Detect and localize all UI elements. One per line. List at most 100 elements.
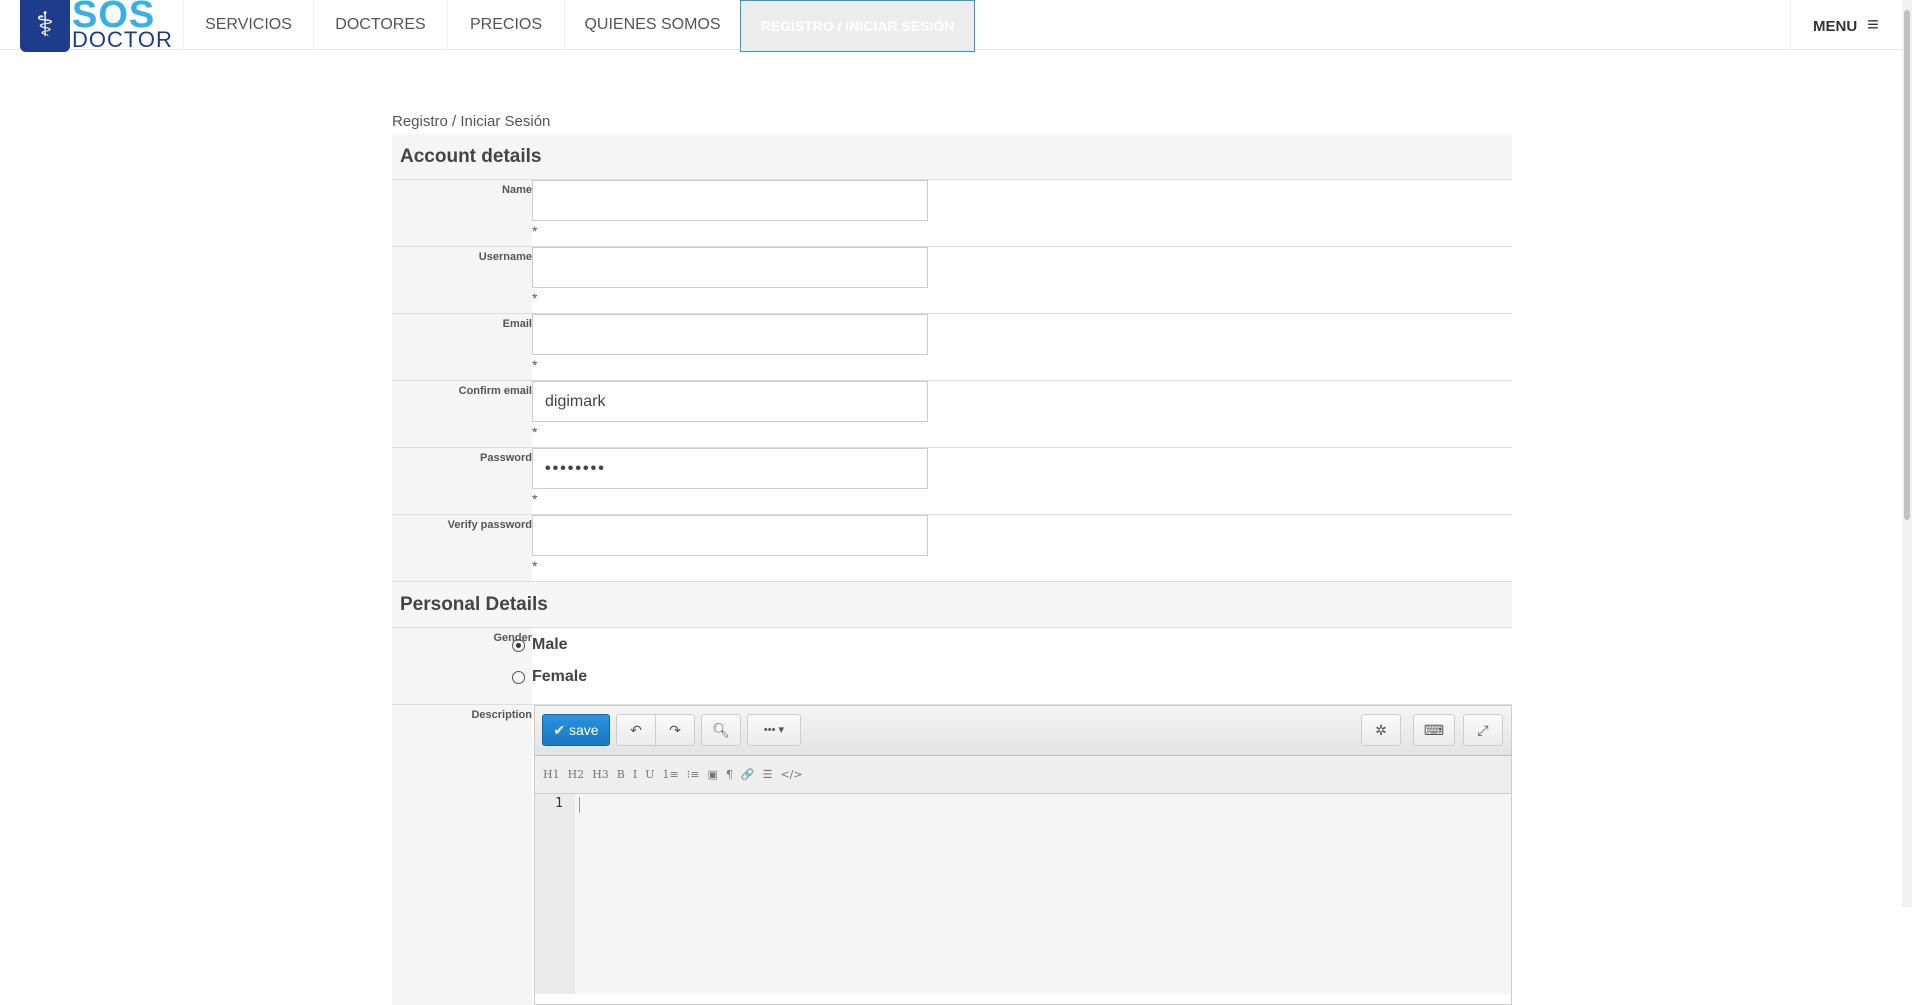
required-marker: *: [532, 491, 538, 507]
format-button[interactable]: </>: [780, 768, 802, 781]
settings-button[interactable]: ✲: [1361, 714, 1401, 746]
format-button[interactable]: 1≡: [663, 768, 679, 781]
field-row-password: Password *: [392, 448, 1512, 515]
search-button[interactable]: 🔍︎: [701, 714, 741, 746]
redo-icon: ↷: [669, 722, 681, 738]
field-row-username: Username *: [392, 247, 1512, 314]
email-label-text: Email: [502, 318, 532, 330]
username-label: Username: [392, 247, 532, 313]
field-row-name: Name *: [392, 180, 1512, 247]
confirm-email-input[interactable]: [532, 381, 928, 422]
gender-label: Gender: [392, 628, 532, 704]
required-marker: *: [532, 558, 538, 574]
top-nav: ⚕ SOS DOCTOR SERVICIOS DOCTORES PRECIOS …: [0, 0, 1902, 52]
format-button[interactable]: H2: [568, 768, 585, 781]
username-field-wrap: *: [532, 247, 1512, 313]
email-input[interactable]: [532, 314, 928, 355]
verify-password-label-text: Verify password: [447, 519, 532, 531]
line-numbers: 1: [535, 794, 575, 994]
format-button[interactable]: I: [633, 768, 637, 781]
radio-label: Male: [532, 636, 568, 653]
format-button[interactable]: U: [645, 768, 654, 781]
required-marker: *: [532, 223, 538, 239]
username-label-text: Username: [478, 251, 532, 263]
required-marker: *: [532, 357, 538, 373]
name-field-wrap: *: [532, 180, 1512, 246]
field-row-confirm-email: Confirm email *: [392, 381, 1512, 448]
field-row-email: Email *: [392, 314, 1512, 381]
scrollbar[interactable]: [1902, 0, 1912, 907]
gender-row: Gender Male Female: [392, 628, 1512, 705]
description-label: Description: [392, 705, 532, 1005]
nav-quienes-somos[interactable]: QUIENES SOMOS: [564, 0, 740, 50]
menu-button[interactable]: MENU ≡: [1790, 0, 1902, 50]
format-button[interactable]: H1: [543, 768, 560, 781]
verify-password-label: Verify password: [392, 515, 532, 581]
format-toolbar: H1 H2 H3 B I U 1≡ ⁝≡ ▣ ¶ 🔗 ☰ </>: [535, 756, 1511, 794]
radio-female[interactable]: Female: [512, 662, 1512, 692]
name-label-text: Name: [502, 184, 532, 196]
username-input[interactable]: [532, 247, 928, 288]
undo-icon: ↶: [630, 722, 642, 738]
verify-password-input[interactable]: [532, 515, 928, 556]
format-button[interactable]: H3: [592, 768, 609, 781]
required-marker: *: [532, 424, 538, 440]
password-label-text: Password: [480, 452, 532, 464]
confirm-email-field-wrap: *: [532, 381, 1512, 447]
nav-registro[interactable]: REGISTRO / INICIAR SESIÓN: [740, 0, 975, 52]
gender-options: Male Female: [512, 628, 1512, 704]
editor-content[interactable]: 1: [535, 794, 1511, 994]
nav-servicios[interactable]: SERVICIOS: [183, 0, 313, 50]
editor-toolbar: ✔ save ↶ ↷ 🔍︎ ••• ▾ ✲ ⌨ ⤢: [535, 706, 1511, 756]
verify-password-field-wrap: *: [532, 515, 1512, 581]
nav-doctores[interactable]: DOCTORES: [313, 0, 447, 50]
scrollbar-thumb[interactable]: [1904, 10, 1910, 520]
keyboard-icon: ⌨: [1423, 722, 1445, 738]
password-field-wrap: *: [532, 448, 1512, 514]
more-icon: ••• ▾: [763, 724, 785, 736]
save-label: save: [569, 722, 599, 738]
menu-label: MENU: [1813, 18, 1858, 35]
format-button[interactable]: ▣: [707, 768, 717, 781]
name-input[interactable]: [532, 180, 928, 221]
registration-form: Account details Name * Username * Email * C…: [392, 134, 1512, 1005]
password-label: Password: [392, 448, 532, 514]
text-cursor: [579, 797, 580, 813]
check-circle-icon: ✔: [553, 722, 570, 738]
expand-icon: ⤢: [1477, 722, 1489, 738]
nav-precios[interactable]: PRECIOS: [447, 0, 564, 50]
gear-icon: ✲: [1375, 722, 1387, 738]
format-button[interactable]: ¶: [726, 768, 733, 781]
fullscreen-button[interactable]: ⤢: [1463, 714, 1503, 746]
keyboard-button[interactable]: ⌨: [1413, 714, 1455, 746]
radio-label: Female: [532, 668, 588, 685]
search-icon: 🔍︎: [712, 722, 730, 738]
email-label: Email: [392, 314, 532, 380]
radio-male[interactable]: Male: [512, 630, 1512, 660]
breadcrumb: Registro / Iniciar Sesión: [392, 113, 551, 130]
name-label: Name: [392, 180, 532, 246]
field-row-verify-password: Verify password *: [392, 515, 1512, 582]
doctor-icon: ⚕: [20, 0, 70, 52]
line-number: 1: [555, 796, 563, 811]
account-details-heading: Account details: [392, 134, 1512, 180]
logo[interactable]: ⚕ SOS DOCTOR: [20, 0, 180, 52]
format-button[interactable]: ⁝≡: [687, 768, 700, 781]
hamburger-icon: ≡: [1867, 14, 1879, 36]
redo-button[interactable]: ↷: [655, 714, 695, 746]
radio-unchecked-icon[interactable]: [512, 670, 525, 684]
confirm-email-label: Confirm email: [392, 381, 532, 447]
format-button[interactable]: 🔗: [741, 768, 755, 781]
description-label-text: Description: [471, 709, 532, 721]
radio-checked-icon[interactable]: [512, 638, 525, 652]
logo-text-bottom: DOCTOR: [72, 27, 173, 52]
confirm-email-label-text: Confirm email: [458, 385, 532, 397]
password-input[interactable]: [532, 448, 928, 489]
more-button[interactable]: ••• ▾: [747, 714, 801, 746]
required-marker: *: [532, 290, 538, 306]
save-button[interactable]: ✔ save: [542, 714, 610, 746]
email-field-wrap: *: [532, 314, 1512, 380]
undo-button[interactable]: ↶: [616, 714, 656, 746]
format-button[interactable]: B: [617, 768, 625, 781]
format-button[interactable]: ☰: [763, 768, 773, 781]
